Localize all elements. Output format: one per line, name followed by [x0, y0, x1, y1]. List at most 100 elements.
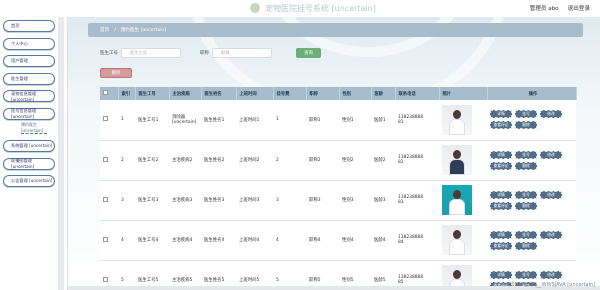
batch-delete-button[interactable]: 删除	[100, 68, 132, 78]
view-comments-button[interactable]: 查看评论	[490, 121, 512, 130]
top-right-area: 管理员 abo 退出登录	[530, 4, 590, 12]
cell-gender: 性别4	[342, 238, 354, 243]
table-row: 4 医生工号4 主治疾病4 医生姓名4 上班时间4 4 职称4 性别4 医龄4 …	[100, 220, 576, 260]
sidebar-item-home[interactable]: 首页	[3, 20, 55, 32]
sidebar-item-notice[interactable]: 公告管理 [uncertain]	[3, 175, 55, 187]
row-checkbox[interactable]	[103, 196, 108, 202]
sidebar-scrollbar[interactable]	[58, 17, 64, 290]
header-select-all[interactable]	[100, 87, 119, 100]
detail-button[interactable]: 详情	[490, 150, 512, 159]
doctor-no-input[interactable]: 医生工号	[121, 48, 181, 58]
sidebar-item-pets[interactable]: 宠物信息管理 [uncertain]	[3, 90, 55, 102]
delete-row-button[interactable]: 删除	[515, 241, 537, 250]
row-checkbox[interactable]	[103, 116, 108, 122]
doctor-photo	[442, 145, 472, 175]
breadcrumb-home[interactable]: 首页	[100, 27, 109, 33]
row-checkbox[interactable]	[103, 156, 108, 162]
header-gender[interactable]: 性别	[339, 87, 372, 100]
detail-button[interactable]: 详情	[490, 190, 512, 199]
cell-age: 医龄4	[374, 238, 386, 243]
edit-button[interactable]: 修改	[540, 270, 562, 279]
cell-age: 医龄3	[374, 198, 386, 203]
view-comments-button[interactable]: 查看评论	[490, 161, 512, 170]
cell-index: 3	[121, 197, 124, 203]
logout-link[interactable]: 退出登录	[568, 4, 590, 12]
cell-age: 医龄2	[374, 158, 386, 163]
cell-name: 医生姓名1	[204, 117, 225, 123]
cell-name: 医生姓名4	[204, 238, 225, 243]
row-checkbox[interactable]	[103, 276, 108, 282]
sidebar-subitem-book-doctor[interactable]: 预约医生 [uncertain]	[21, 122, 47, 134]
cell-fee: 2	[276, 157, 279, 163]
cell-time: 上班时间3	[239, 198, 260, 203]
edit-button[interactable]: 修改	[540, 110, 562, 119]
header-time[interactable]: 上班时间	[236, 87, 274, 100]
cell-phone: 138238888 84	[398, 235, 424, 245]
cell-fee: 3	[276, 197, 279, 203]
edit-button[interactable]: 修改	[540, 190, 562, 199]
cell-disease: 消除器 [uncertain]	[172, 115, 197, 126]
header-photo: 照片	[439, 87, 488, 100]
cell-name: 医生姓名3	[204, 198, 225, 203]
view-comments-button[interactable]: 查看评论	[490, 241, 512, 250]
cell-gender: 性别3	[342, 198, 354, 203]
cell-disease: 主治疾病3	[172, 198, 193, 203]
header-title[interactable]: 职称	[306, 87, 340, 100]
current-user: 管理员 abo	[529, 6, 559, 12]
header-age[interactable]: 医龄	[371, 87, 396, 100]
cell-age: 医龄1	[374, 117, 386, 123]
cell-title: 职称1	[309, 117, 321, 123]
edit-button[interactable]: 修改	[540, 150, 562, 159]
header-disease[interactable]: 主治疾病	[169, 87, 202, 100]
register-button[interactable]: 挂号	[515, 230, 537, 239]
select-all-checkbox[interactable]	[103, 90, 108, 95]
header-index: 索引	[118, 87, 136, 100]
app-title: 宠物医院挂号系统 [uncertain]	[250, 2, 376, 14]
register-button[interactable]: 挂号	[515, 110, 537, 119]
breadcrumb: 首页 / 预约医生 [uncertain]	[88, 23, 583, 37]
title-input[interactable]: 职称	[212, 48, 272, 58]
header-fee[interactable]: 挂号费	[273, 87, 307, 100]
header-actions: 操作	[487, 87, 577, 100]
cell-name: 医生姓名2	[204, 158, 225, 163]
watermark: CSDN @QQ__WWSJAVA [uncertain]	[507, 282, 595, 288]
detail-button[interactable]: 详情	[490, 230, 512, 239]
delete-row-button[interactable]: 删除	[515, 161, 537, 170]
detail-button[interactable]: 详情	[490, 270, 512, 279]
header-phone[interactable]: 联系电话	[395, 87, 440, 100]
register-button[interactable]: 挂号	[515, 190, 537, 199]
cell-fee: 1	[276, 117, 279, 123]
register-button[interactable]: 挂号	[515, 150, 537, 159]
sidebar-item-users[interactable]: 用户管理	[3, 55, 55, 67]
cell-time: 上班时间2	[239, 158, 260, 163]
row-checkbox[interactable]	[103, 236, 108, 242]
table-row: 3 医生工号3 主治疾病3 医生姓名3 上班时间3 3 职称3 性别3 医龄3 …	[100, 180, 576, 220]
detail-button[interactable]: 详情	[490, 110, 512, 119]
edit-button[interactable]: 修改	[540, 230, 562, 239]
sidebar-item-system[interactable]: 系统管理 [uncertain]	[3, 140, 55, 152]
doctor-photo	[442, 185, 472, 215]
row-actions: 详情 挂号 修改 查看评论 删除	[490, 190, 576, 210]
sidebar-item-registration[interactable]: 挂号信息管理 [uncertain]	[3, 107, 55, 120]
cell-fee: 4	[276, 237, 279, 243]
doctor-table: 索引 医生工号 主治疾病 医生姓名 上班时间 挂号费 职称 性别 医龄 联系电话…	[100, 87, 577, 290]
row-actions: 详情 挂号 修改 查看评论 删除	[490, 230, 576, 250]
delete-row-button[interactable]: 删除	[515, 201, 537, 210]
header-name[interactable]: 医生姓名	[201, 87, 237, 100]
view-comments-button[interactable]: 查看评论	[490, 201, 512, 210]
header-doctor-no[interactable]: 医生工号	[135, 87, 170, 100]
sidebar-item-carousel[interactable]: 轮播图管理 [uncertain]	[3, 157, 55, 170]
logo-icon	[250, 3, 260, 13]
doctor-no-label: 医生工号	[100, 51, 118, 56]
cell-title: 职称3	[309, 198, 321, 203]
register-button[interactable]: 挂号	[515, 270, 537, 279]
sidebar: 首页 个人中心 用户管理 医生管理 宠物信息管理 [uncertain] 挂号信…	[0, 17, 68, 290]
sidebar-item-profile[interactable]: 个人中心	[3, 37, 55, 50]
top-bar: 宠物医院挂号系统 [uncertain] 管理员 abo 退出登录	[0, 0, 600, 17]
row-actions: 详情 挂号 修改 查看评论 删除	[490, 150, 576, 170]
cell-doctor-no: 医生工号3	[138, 198, 159, 203]
delete-row-button[interactable]: 删除	[515, 121, 537, 130]
sidebar-item-doctors[interactable]: 医生管理	[3, 72, 55, 85]
search-button[interactable]: 查询	[296, 48, 321, 58]
sidebar-menu: 首页 个人中心 用户管理 医生管理 宠物信息管理 [uncertain] 挂号信…	[3, 20, 55, 193]
